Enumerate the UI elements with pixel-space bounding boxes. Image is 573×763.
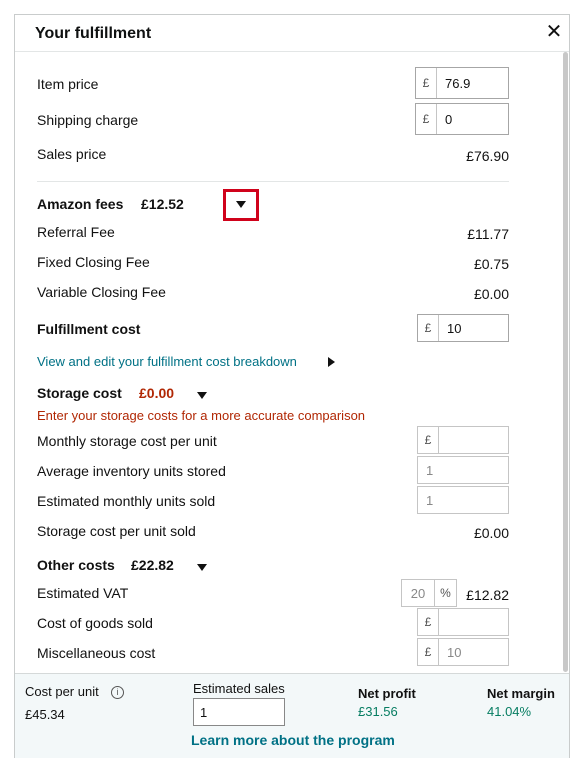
fixed-closing-fee-label: Fixed Closing Fee	[37, 254, 150, 270]
panel-title: Your fulfillment	[35, 25, 152, 42]
sales-price-value: £76.90	[466, 148, 509, 164]
other-costs-toggle-icon[interactable]	[197, 564, 207, 571]
percent-icon: %	[440, 586, 451, 600]
net-margin-label: Net margin	[487, 686, 555, 701]
referral-fee-value: £11.77	[467, 226, 509, 242]
storage-warning: Enter your storage costs for a more accu…	[37, 408, 366, 423]
shipping-charge-label: Shipping charge	[37, 112, 139, 128]
shipping-charge-input[interactable]: 0	[437, 104, 508, 134]
monthly-storage-label: Monthly storage cost per unit	[37, 433, 217, 449]
misc-cost-input[interactable]: 10	[439, 639, 508, 665]
learn-more-link[interactable]: Learn more about the program	[191, 732, 395, 748]
referral-fee-label: Referral Fee	[37, 224, 115, 240]
cogs-input[interactable]	[439, 609, 508, 635]
cogs-currency: £	[418, 609, 439, 635]
storage-cost-total: £0.00	[139, 385, 175, 401]
info-icon[interactable]: i	[111, 686, 124, 699]
est-monthly-units-input[interactable]: 1	[418, 487, 508, 513]
misc-cost-label: Miscellaneous cost	[37, 645, 156, 661]
item-price-currency: £	[416, 68, 437, 98]
shipping-charge-field[interactable]: £ 0	[415, 103, 509, 135]
misc-cost-field[interactable]: £ 10	[417, 638, 509, 666]
net-profit-value: £31.56	[358, 704, 398, 719]
estimated-sales-label: Estimated sales	[193, 681, 285, 696]
fulfillment-cost-input[interactable]: 10	[439, 315, 508, 341]
sales-price-label: Sales price	[37, 146, 107, 162]
vat-rate-field[interactable]: 20 %	[401, 579, 457, 607]
cogs-label: Cost of goods sold	[37, 615, 153, 631]
net-margin-value: 41.04%	[487, 704, 532, 719]
monthly-storage-input[interactable]	[439, 427, 508, 453]
amazon-fees-toggle[interactable]	[223, 189, 259, 221]
item-price-input[interactable]: 76.9	[437, 68, 508, 98]
variable-closing-fee-value: £0.00	[473, 286, 509, 302]
item-price-label: Item price	[37, 76, 99, 92]
close-icon[interactable]: ✕	[545, 22, 563, 42]
summary-footer: Cost per unit i £45.34 Estimated sales 1…	[15, 673, 569, 758]
chevron-down-icon	[236, 201, 246, 208]
cost-per-unit-value: £45.34	[25, 707, 65, 722]
fulfillment-currency: £	[418, 315, 439, 341]
storage-cost-title: Storage cost	[37, 385, 122, 401]
avg-inventory-label: Average inventory units stored	[37, 463, 226, 479]
fixed-closing-fee-value: £0.75	[473, 256, 509, 272]
amazon-fees-total: £12.52	[141, 196, 184, 212]
net-profit-label: Net profit	[358, 686, 416, 701]
storage-per-unit-value: £0.00	[473, 525, 509, 541]
estimated-sales-input[interactable]: 1	[193, 698, 285, 726]
est-monthly-units-field[interactable]: 1	[417, 486, 509, 514]
other-costs-total: £22.82	[131, 557, 174, 573]
variable-closing-fee-label: Variable Closing Fee	[37, 284, 166, 300]
fulfillment-cost-title: Fulfillment cost	[37, 321, 141, 337]
cogs-field[interactable]: £	[417, 608, 509, 636]
fulfillment-cost-field[interactable]: £ 10	[417, 314, 509, 342]
monthly-storage-currency: £	[418, 427, 439, 453]
item-price-field[interactable]: £ 76.9	[415, 67, 509, 99]
storage-per-unit-label: Storage cost per unit sold	[37, 523, 196, 539]
storage-toggle-icon[interactable]	[197, 392, 207, 399]
scrollbar[interactable]	[563, 52, 568, 672]
avg-inventory-input[interactable]: 1	[418, 457, 508, 483]
panel-header: Your fulfillment ✕	[15, 15, 569, 52]
cost-per-unit-label: Cost per unit	[25, 684, 99, 699]
shipping-currency: £	[416, 104, 437, 134]
estimated-vat-label: Estimated VAT	[37, 585, 129, 601]
section-divider	[37, 181, 509, 182]
monthly-storage-field[interactable]: £	[417, 426, 509, 454]
fulfillment-breakdown-link[interactable]: View and edit your fulfillment cost brea…	[37, 354, 297, 369]
amazon-fees-title: Amazon fees	[37, 196, 124, 212]
other-costs-title: Other costs	[37, 557, 115, 573]
misc-currency: £	[418, 639, 439, 665]
vat-amount: £12.82	[466, 587, 509, 603]
fulfillment-panel: Your fulfillment ✕ Item price £ 76.9 Shi…	[14, 14, 570, 758]
vat-rate-input[interactable]: 20	[402, 580, 435, 606]
chevron-right-icon[interactable]	[328, 357, 335, 367]
est-monthly-units-label: Estimated monthly units sold	[37, 493, 216, 509]
avg-inventory-field[interactable]: 1	[417, 456, 509, 484]
